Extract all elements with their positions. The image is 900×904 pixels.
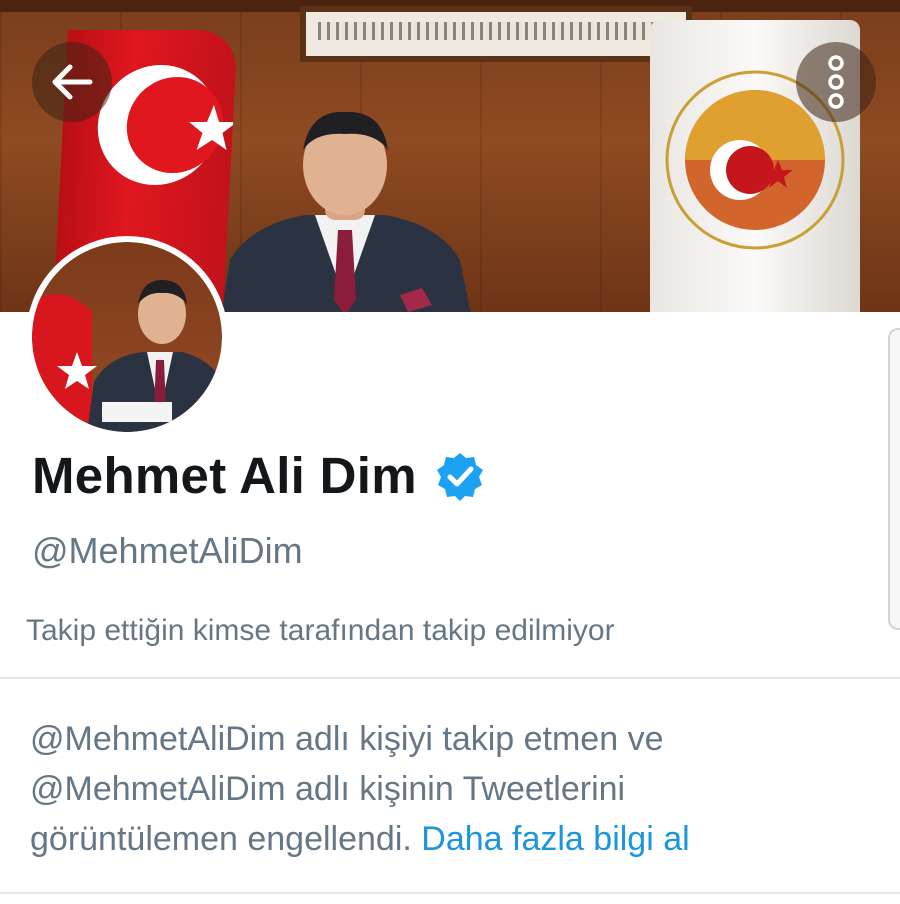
edge-scroll-handle[interactable]	[888, 328, 900, 630]
arrow-left-icon	[52, 64, 93, 100]
bottom-divider	[0, 892, 900, 894]
avatar-photo	[32, 242, 222, 432]
learn-more-link[interactable]: Daha fazla bilgi al	[421, 820, 689, 858]
followers-you-know-text: Takip ettiğin kimse tarafından takip edi…	[26, 614, 615, 647]
more-options-button[interactable]	[796, 42, 876, 122]
profile-handle: @MehmetAliDim	[32, 530, 303, 571]
banner-person-photo	[210, 110, 480, 312]
vertical-dots-icon	[828, 55, 844, 109]
display-name: Mehmet Ali Dim	[32, 447, 417, 504]
verified-badge-icon	[436, 452, 483, 501]
profile-name-row: Mehmet Ali Dim	[32, 446, 485, 505]
section-divider	[0, 677, 900, 679]
blocked-notice: @MehmetAliDim adlı kişiyi takip etmen ve…	[30, 714, 830, 864]
wall-frame	[300, 6, 692, 62]
back-button[interactable]	[32, 42, 112, 122]
profile-avatar[interactable]	[26, 236, 228, 438]
